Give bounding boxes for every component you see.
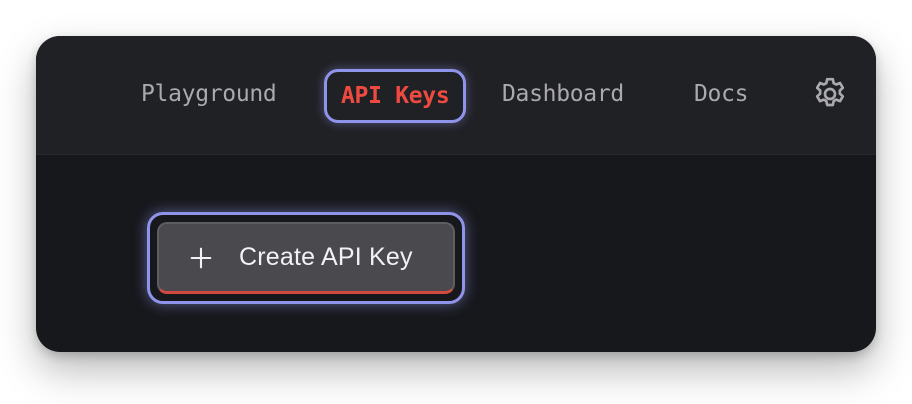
nav-playground[interactable]: Playground — [141, 68, 277, 120]
plus-icon — [190, 247, 212, 268]
create-api-key-focus-ring: Create API Key — [147, 212, 465, 304]
gear-icon — [815, 77, 845, 107]
app-window: Playground API Keys Dashboard Docs Creat… — [36, 36, 876, 352]
nav-docs[interactable]: Docs — [694, 68, 749, 120]
nav-api-keys[interactable]: API Keys — [324, 69, 467, 123]
top-navigation-bar: Playground API Keys Dashboard Docs — [36, 36, 876, 155]
create-api-key-button[interactable]: Create API Key — [157, 222, 455, 294]
create-api-key-label: Create API Key — [239, 243, 413, 271]
settings-button[interactable] — [810, 74, 850, 114]
nav-dashboard[interactable]: Dashboard — [502, 68, 624, 120]
